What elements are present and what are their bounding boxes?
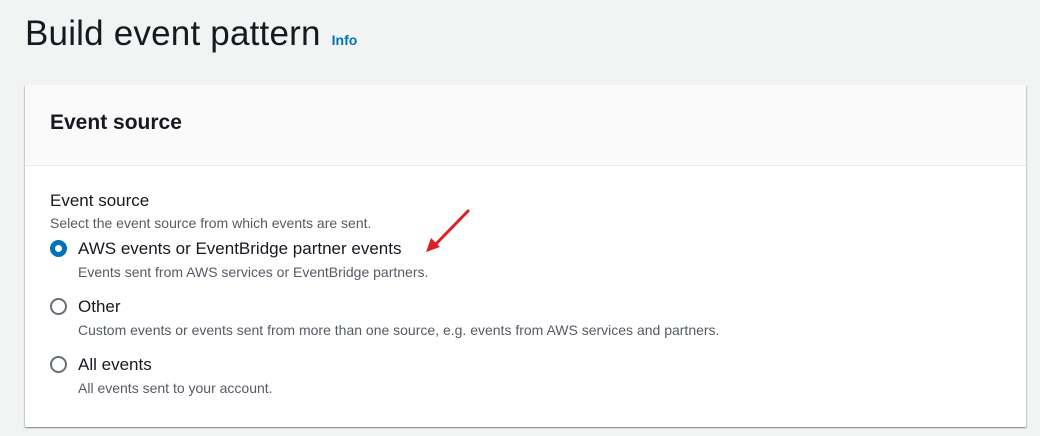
event-source-field-label: Event source	[50, 191, 150, 210]
panel-body: Event source Select the event source fro…	[25, 166, 1026, 397]
radio-label-all-events[interactable]: All events	[78, 354, 1001, 376]
radio-option-all-events[interactable]: All events All events sent to your accou…	[50, 354, 1001, 397]
radio-button-all-events[interactable]	[50, 356, 67, 373]
panel-header: Event source	[25, 85, 1026, 166]
radio-description-other: Custom events or events sent from more t…	[78, 322, 720, 338]
radio-option-aws-events[interactable]: AWS events or EventBridge partner events…	[50, 238, 1001, 281]
radio-description-all-events: All events sent to your account.	[78, 380, 273, 396]
radio-button-other[interactable]	[50, 298, 67, 315]
info-link[interactable]: Info	[332, 32, 358, 48]
radio-description-aws-events: Events sent from AWS services or EventBr…	[78, 264, 429, 280]
radio-option-other[interactable]: Other Custom events or events sent from …	[50, 296, 1001, 339]
radio-label-aws-events[interactable]: AWS events or EventBridge partner events	[78, 238, 1001, 260]
page-title: Build event pattern	[25, 14, 321, 53]
event-source-field-description: Select the event source from which event…	[50, 215, 372, 231]
radio-button-aws-events[interactable]	[50, 240, 67, 257]
radio-label-other[interactable]: Other	[78, 296, 1001, 318]
event-source-radio-group: AWS events or EventBridge partner events…	[50, 238, 1001, 397]
annotation-arrow-icon	[426, 209, 470, 252]
event-source-panel: Event source Event source Select the eve…	[25, 85, 1026, 427]
page-header: Build event pattern Info	[25, 14, 357, 54]
panel-title: Event source	[50, 111, 182, 134]
